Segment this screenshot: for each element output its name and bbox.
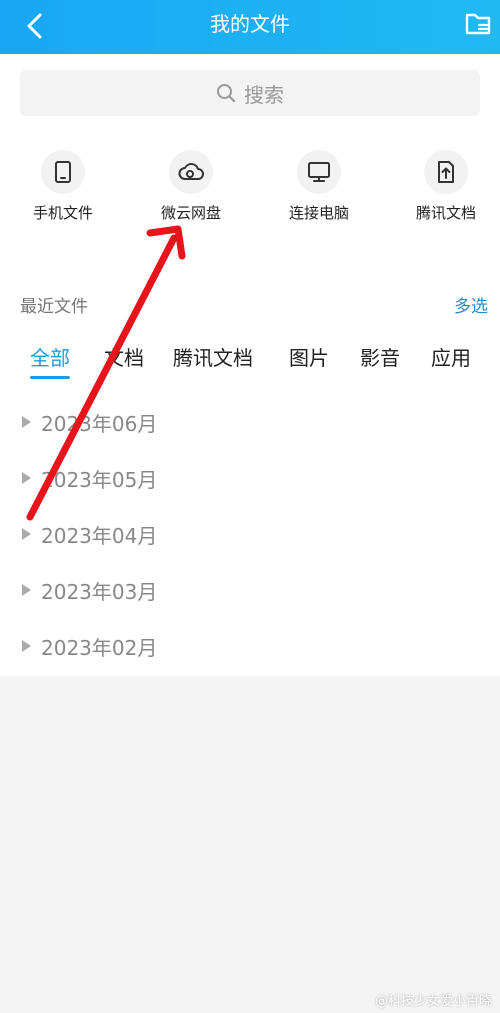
shortcut-grid: 手机文件 微云网盘 连接电脑 腾讯文档	[0, 150, 500, 240]
month-label: 2023年03月	[41, 579, 158, 604]
tab-documents[interactable]: 文档	[104, 342, 144, 371]
month-group-row[interactable]: 2023年05月	[0, 452, 500, 504]
month-label: 2023年02月	[41, 635, 158, 660]
shortcut-tencent-docs[interactable]: 腾讯文档	[396, 150, 496, 223]
folder-settings-icon	[465, 13, 491, 35]
shortcut-weiyun[interactable]: 微云网盘	[141, 150, 241, 223]
month-label: 2023年06月	[41, 411, 158, 436]
shortcut-icon-bg	[169, 150, 213, 194]
cloud-icon	[178, 163, 204, 180]
tab-all[interactable]: 全部	[30, 342, 70, 379]
shortcut-label: 连接电脑	[288, 204, 349, 222]
month-group-row[interactable]: 2023年02月	[0, 620, 500, 672]
shortcut-connect-pc[interactable]: 连接电脑	[269, 150, 369, 223]
file-type-tabs: 全部 文档 腾讯文档 图片 影音 应用	[0, 342, 500, 382]
shortcut-icon-bg	[41, 150, 85, 194]
main-content: 搜索 手机文件 微云网盘 连接电脑 腾讯文档 最近文件 多选 全部 文档 腾讯文…	[0, 54, 500, 676]
month-group-row[interactable]: 2023年04月	[0, 508, 500, 560]
month-label: 2023年04月	[41, 523, 158, 548]
watermark-text: @科技少女爱小百晓	[374, 994, 492, 1009]
page-title: 我的文件	[210, 12, 290, 36]
search-placeholder: 搜索	[244, 82, 284, 107]
expand-triangle-icon	[22, 472, 31, 484]
tab-media[interactable]: 影音	[360, 342, 400, 371]
shortcut-phone-files[interactable]: 手机文件	[13, 150, 113, 223]
tab-tencent-docs[interactable]: 腾讯文档	[173, 342, 253, 371]
expand-triangle-icon	[22, 584, 31, 596]
shortcut-label: 腾讯文档	[415, 204, 476, 222]
expand-triangle-icon	[22, 416, 31, 428]
month-group-row[interactable]: 2023年06月	[0, 396, 500, 448]
shortcut-label: 手机文件	[32, 204, 93, 222]
month-label: 2023年05月	[41, 467, 158, 492]
recent-files-label: 最近文件	[20, 297, 88, 317]
doc-upload-icon	[438, 161, 454, 183]
shortcut-icon-bg	[424, 150, 468, 194]
search-icon	[217, 84, 236, 103]
folder-settings-button[interactable]	[462, 8, 496, 40]
tab-images[interactable]: 图片	[289, 342, 329, 371]
shortcut-icon-bg	[297, 150, 341, 194]
phone-icon	[55, 161, 71, 183]
app-header: 我的文件	[0, 0, 500, 54]
expand-triangle-icon	[22, 528, 31, 540]
shortcut-label: 微云网盘	[160, 204, 221, 222]
month-group-row[interactable]: 2023年03月	[0, 564, 500, 616]
multi-select-button[interactable]: 多选	[454, 292, 488, 317]
tab-apps[interactable]: 应用	[431, 342, 471, 371]
monitor-icon	[308, 162, 330, 182]
search-bar[interactable]: 搜索	[20, 70, 480, 116]
expand-triangle-icon	[22, 640, 31, 652]
